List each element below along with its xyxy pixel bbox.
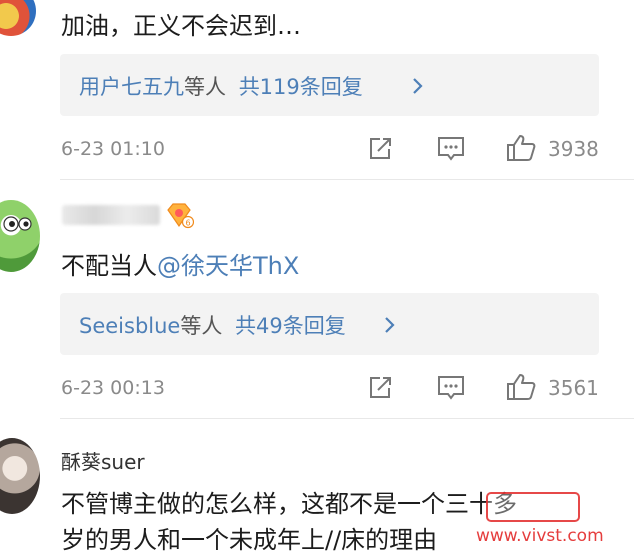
comment-text: 不配当人@徐天华ThX: [61, 246, 299, 281]
reply-etc-label: 等人: [180, 314, 223, 338]
thumbs-up-icon[interactable]: [505, 372, 537, 402]
comment-timestamp: 6-23 01:10: [61, 138, 165, 160]
share-icon[interactable]: [366, 135, 394, 163]
frog-eye-icon: [3, 216, 32, 232]
comment-username[interactable]: 酥葵suer: [61, 446, 145, 475]
like-count: 3561: [548, 376, 599, 400]
share-icon[interactable]: [366, 374, 394, 402]
comment-icon[interactable]: [436, 135, 466, 163]
reply-summary[interactable]: Seeisblue等人 共49条回复: [60, 293, 599, 355]
comment-icon[interactable]: [436, 374, 466, 402]
watermark-text: www.vivst.com: [476, 526, 604, 546]
comment-text-body: 不配当人: [61, 252, 157, 280]
watermark-logo: [486, 492, 580, 522]
like-count: 3938: [548, 137, 599, 161]
comment-timestamp: 6-23 00:13: [61, 377, 165, 399]
thumbs-up-icon[interactable]: [505, 133, 537, 163]
blurred-username[interactable]: [62, 205, 160, 225]
reply-user-names[interactable]: 用户七五九: [79, 75, 184, 99]
reply-etc-label: 等人: [184, 75, 226, 99]
reply-user-names[interactable]: Seeisblue: [79, 314, 180, 338]
reply-count-link[interactable]: 共49条回复: [235, 314, 346, 338]
avatar[interactable]: [0, 200, 40, 272]
divider: [60, 179, 634, 180]
chevron-right-icon: [385, 317, 395, 333]
mention-link[interactable]: @徐天华ThX: [157, 252, 299, 280]
reply-summary[interactable]: 用户七五九等人 共119条回复: [60, 54, 599, 116]
chevron-right-icon: [413, 78, 423, 94]
avatar[interactable]: [0, 438, 40, 514]
comment-text: 加油，正义不会迟到…: [61, 12, 301, 40]
vip-badge-icon: 6: [167, 203, 194, 229]
avatar[interactable]: [0, 0, 36, 36]
comment-text-line: 不管博主做的怎么样，这都不是一个三十多: [61, 490, 517, 518]
reply-count-link[interactable]: 共119条回复: [239, 75, 363, 99]
divider: [60, 418, 634, 419]
svg-text:6: 6: [185, 219, 190, 228]
